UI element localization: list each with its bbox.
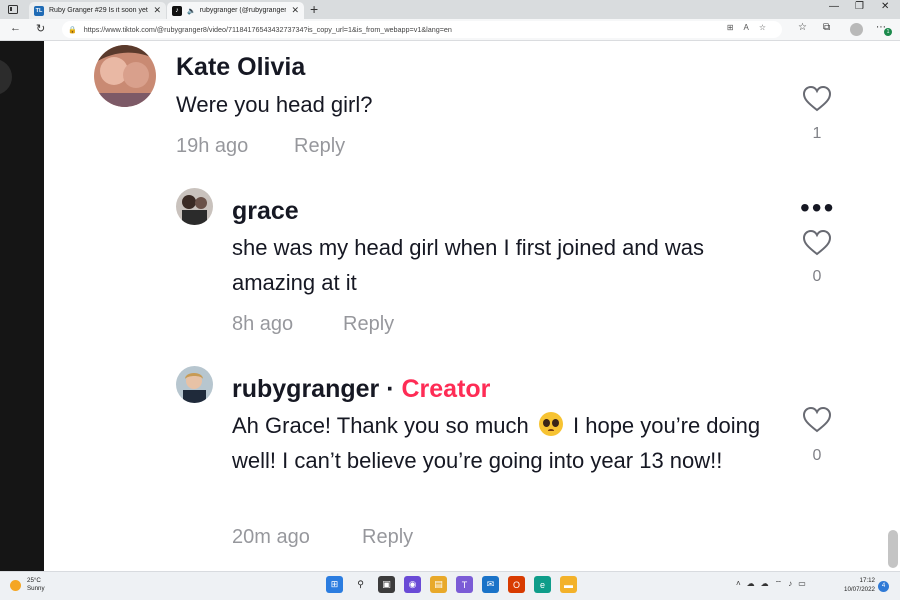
new-tab-button[interactable]: + bbox=[310, 1, 318, 17]
tab-title: rubygranger (@rubygranger8) bbox=[199, 7, 287, 14]
mail-icon[interactable]: ✉ bbox=[482, 576, 499, 593]
system-tray-icons[interactable]: ˄☁☁⌔♪▭ bbox=[736, 579, 812, 589]
video-control-icon[interactable] bbox=[0, 59, 12, 95]
back-icon[interactable]: ← bbox=[10, 22, 21, 34]
comment-time: 19h ago bbox=[176, 135, 249, 157]
weather-condition: Sunny bbox=[27, 585, 45, 592]
task-view-icon[interactable]: ▣ bbox=[378, 576, 395, 593]
like-count: 0 bbox=[812, 447, 822, 464]
reply-button[interactable]: Reply bbox=[343, 313, 394, 336]
avatar[interactable] bbox=[176, 366, 213, 403]
office-icon[interactable]: O bbox=[508, 576, 525, 593]
sun-icon bbox=[10, 579, 21, 591]
tab-title: Ruby Granger #29 Is it soon yet? bbox=[49, 7, 149, 14]
comment-author[interactable]: grace bbox=[232, 197, 299, 226]
profile-avatar[interactable] bbox=[850, 23, 863, 36]
address-bar[interactable]: 🔒 https://www.tiktok.com/@rubygranger8/v… bbox=[62, 21, 782, 38]
notification-badge[interactable]: 4 bbox=[878, 581, 889, 592]
reply-button[interactable]: Reply bbox=[294, 135, 345, 158]
edge-icon[interactable]: e bbox=[534, 576, 551, 593]
file-explorer-icon[interactable]: ▤ bbox=[430, 576, 447, 593]
reply-button[interactable]: Reply bbox=[362, 526, 413, 549]
browser-toolbar: ← ↻ 🔒 https://www.tiktok.com/@rubygrange… bbox=[0, 19, 900, 41]
heart-icon[interactable] bbox=[802, 406, 832, 434]
weather-widget[interactable]: 25°C Sunny bbox=[10, 577, 45, 593]
comment-text: she was my head girl when I first joined… bbox=[232, 235, 705, 295]
like-count: 0 bbox=[812, 268, 822, 285]
comment-text: Ah Grace! Thank you so much I hope you’r… bbox=[232, 408, 777, 478]
avatar[interactable] bbox=[176, 188, 213, 225]
tiktok-favicon-icon: ♪ bbox=[172, 5, 182, 16]
collections-icon[interactable]: ⧉ bbox=[823, 22, 830, 33]
folder-icon[interactable]: ▬ bbox=[560, 576, 577, 593]
more-options-icon[interactable]: ••• bbox=[800, 194, 835, 222]
video-panel bbox=[0, 41, 44, 571]
close-icon[interactable]: ✕ bbox=[286, 5, 304, 16]
speaker-icon[interactable]: 🔈 bbox=[187, 7, 196, 15]
scrollbar-thumb[interactable] bbox=[888, 530, 898, 568]
creator-badge: Creator bbox=[401, 375, 491, 403]
comment-time: 8h ago bbox=[232, 313, 294, 335]
tab-bar: TL Ruby Granger #29 Is it soon yet? ✕ ♪ … bbox=[0, 0, 900, 19]
favorites-icon[interactable]: ☆ bbox=[798, 22, 807, 33]
refresh-icon[interactable]: ↻ bbox=[36, 22, 45, 35]
minimize-icon[interactable]: — bbox=[829, 1, 839, 12]
temperature: 25°C bbox=[27, 577, 41, 584]
comment-text-part: Ah Grace! Thank you so much bbox=[232, 413, 529, 438]
search-icon[interactable]: ⚲ bbox=[352, 576, 369, 593]
url-text: https://www.tiktok.com/@rubygranger8/vid… bbox=[83, 25, 452, 34]
comment-author[interactable]: rubygranger bbox=[232, 375, 379, 403]
lock-icon: 🔒 bbox=[68, 26, 77, 34]
taskbar-apps: ⊞ ⚲ ▣ ◉ ▤ T ✉ O e ▬ bbox=[326, 576, 577, 593]
teams-chat-icon[interactable]: ◉ bbox=[404, 576, 421, 593]
clock-date: 10/07/2022 bbox=[844, 586, 875, 593]
comment-author-row: rubygranger · Creator bbox=[232, 375, 490, 404]
pleading-face-emoji-icon bbox=[538, 412, 563, 436]
avatar[interactable] bbox=[94, 45, 156, 107]
clock-time: 17:12 bbox=[859, 577, 875, 584]
close-icon[interactable]: ✕ bbox=[148, 5, 166, 16]
tab-tiktok[interactable]: ♪ 🔈 rubygranger (@rubygranger8) ✕ bbox=[167, 2, 304, 19]
heart-icon[interactable] bbox=[802, 229, 832, 257]
window-close-icon[interactable]: ✕ bbox=[881, 1, 889, 12]
comments-panel: Kate Olivia Were you head girl? 19h ago … bbox=[44, 41, 900, 571]
restore-icon[interactable]: ❐ bbox=[855, 1, 864, 12]
tab-ruby-granger[interactable]: TL Ruby Granger #29 Is it soon yet? ✕ bbox=[29, 2, 166, 19]
separator-dot: · bbox=[386, 375, 395, 403]
clock[interactable]: 17:12 10/07/2022 bbox=[835, 576, 875, 594]
taskbar: 25°C Sunny ⊞ ⚲ ▣ ◉ ▤ T ✉ O e ▬ ˄☁☁⌔♪▭ 17… bbox=[0, 571, 900, 600]
comment-time: 20m ago bbox=[232, 526, 310, 548]
like-count: 1 bbox=[812, 125, 822, 142]
teams-icon[interactable]: T bbox=[456, 576, 473, 593]
comment-author[interactable]: Kate Olivia bbox=[176, 53, 305, 82]
windows-start-icon[interactable]: ⊞ bbox=[326, 576, 343, 593]
heart-icon[interactable] bbox=[802, 85, 832, 113]
tab-favicon-icon: TL bbox=[34, 5, 44, 16]
address-bar-actions-icon[interactable]: ⊞A☆ bbox=[727, 23, 776, 32]
comment-text: Were you head girl? bbox=[176, 92, 373, 117]
extension-badge-icon: 1 bbox=[884, 28, 892, 36]
tab-actions-icon[interactable] bbox=[5, 3, 20, 16]
